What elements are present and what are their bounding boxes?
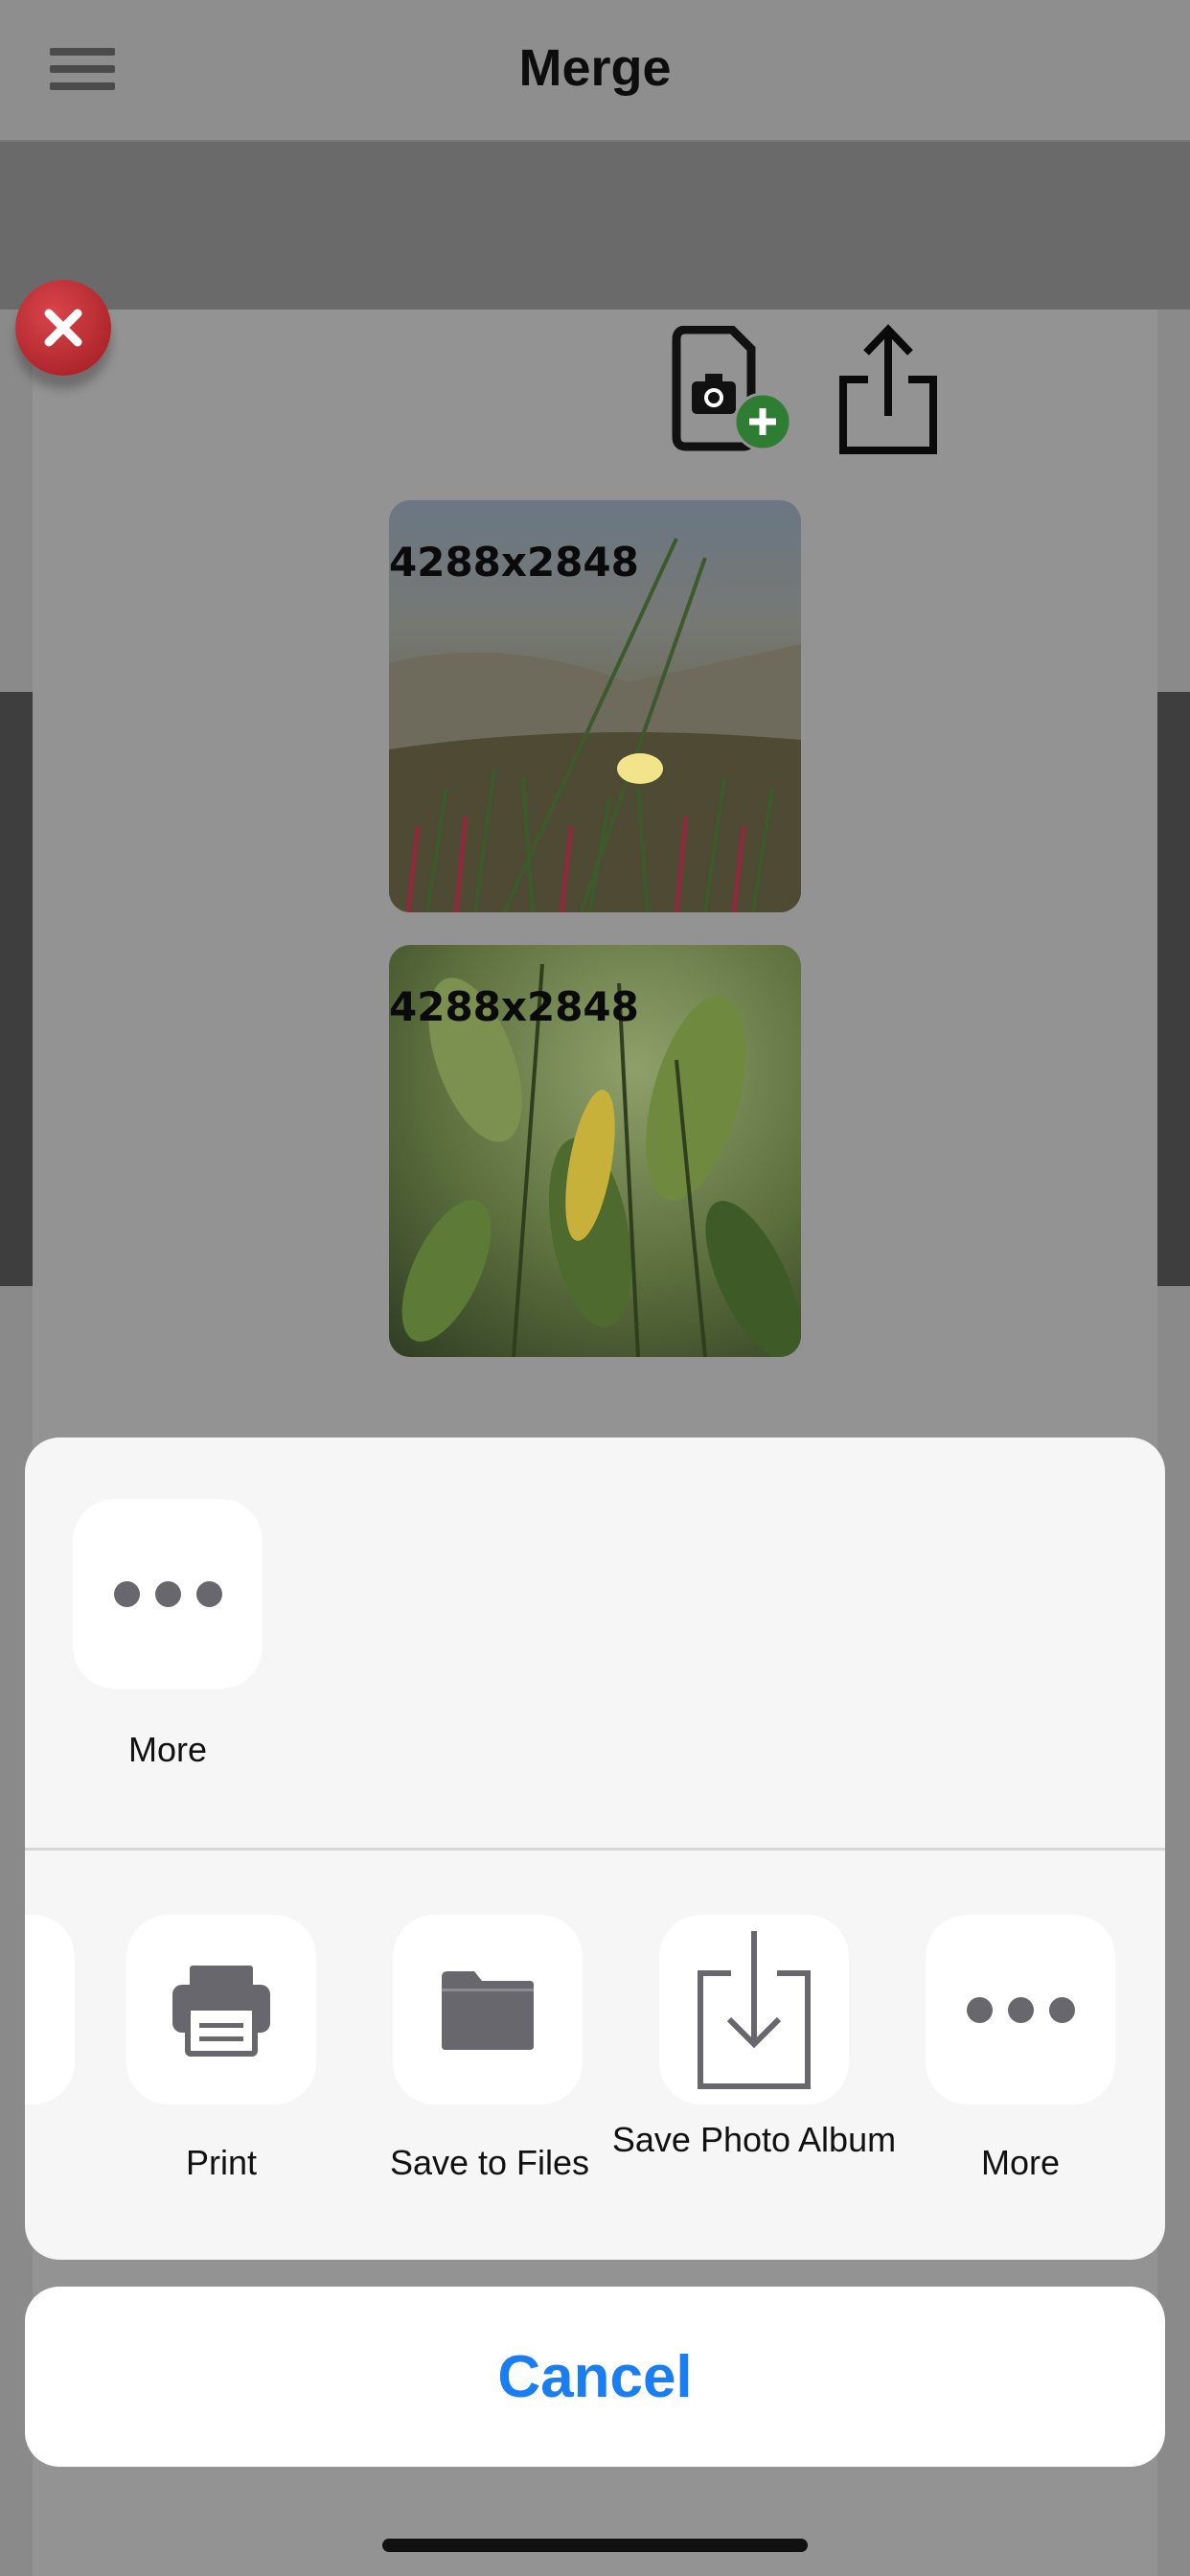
folder-icon bbox=[442, 1971, 534, 2050]
home-indicator bbox=[382, 2539, 808, 2552]
image-dimensions-label: 4288x2848 bbox=[389, 539, 639, 586]
scrolled-action-button[interactable] bbox=[25, 1915, 75, 2104]
add-photo-icon[interactable] bbox=[663, 325, 797, 455]
save-to-files-button[interactable] bbox=[393, 1915, 583, 2104]
share-icon[interactable] bbox=[835, 324, 941, 458]
share-more-button[interactable] bbox=[73, 1499, 263, 1689]
close-icon[interactable] bbox=[15, 280, 111, 376]
print-icon bbox=[172, 1966, 270, 2057]
share-sheet: More Print Save to Files Save Photo Albu… bbox=[25, 1438, 1165, 2260]
save-to-files-label: Save to Files bbox=[389, 2143, 590, 2182]
divider bbox=[25, 1848, 1165, 1851]
more-actions-button[interactable] bbox=[926, 1915, 1115, 2104]
save-photo-album-button[interactable] bbox=[659, 1915, 849, 2104]
more-actions-label: More bbox=[980, 2143, 1061, 2182]
page-title: Merge bbox=[518, 39, 672, 97]
background-band bbox=[0, 142, 1190, 310]
background-band-left bbox=[0, 692, 33, 1286]
share-more-label: More bbox=[127, 1730, 208, 1769]
more-icon bbox=[966, 1996, 1075, 2023]
save-photo-album-label: Save Photo Album bbox=[611, 2120, 897, 2159]
navigation-bar: Merge bbox=[0, 0, 1190, 142]
more-icon bbox=[113, 1580, 222, 1607]
print-button[interactable] bbox=[126, 1915, 316, 2104]
image-thumbnail[interactable]: 4288x2848 bbox=[389, 500, 801, 912]
image-dimensions-label: 4288x2848 bbox=[389, 983, 639, 1030]
save-download-icon bbox=[698, 1931, 811, 2089]
print-label: Print bbox=[185, 2143, 258, 2182]
background-band-right bbox=[1157, 692, 1190, 1286]
cancel-button[interactable]: Cancel bbox=[25, 2287, 1165, 2467]
image-thumbnail[interactable]: 4288x2848 bbox=[389, 945, 801, 1357]
